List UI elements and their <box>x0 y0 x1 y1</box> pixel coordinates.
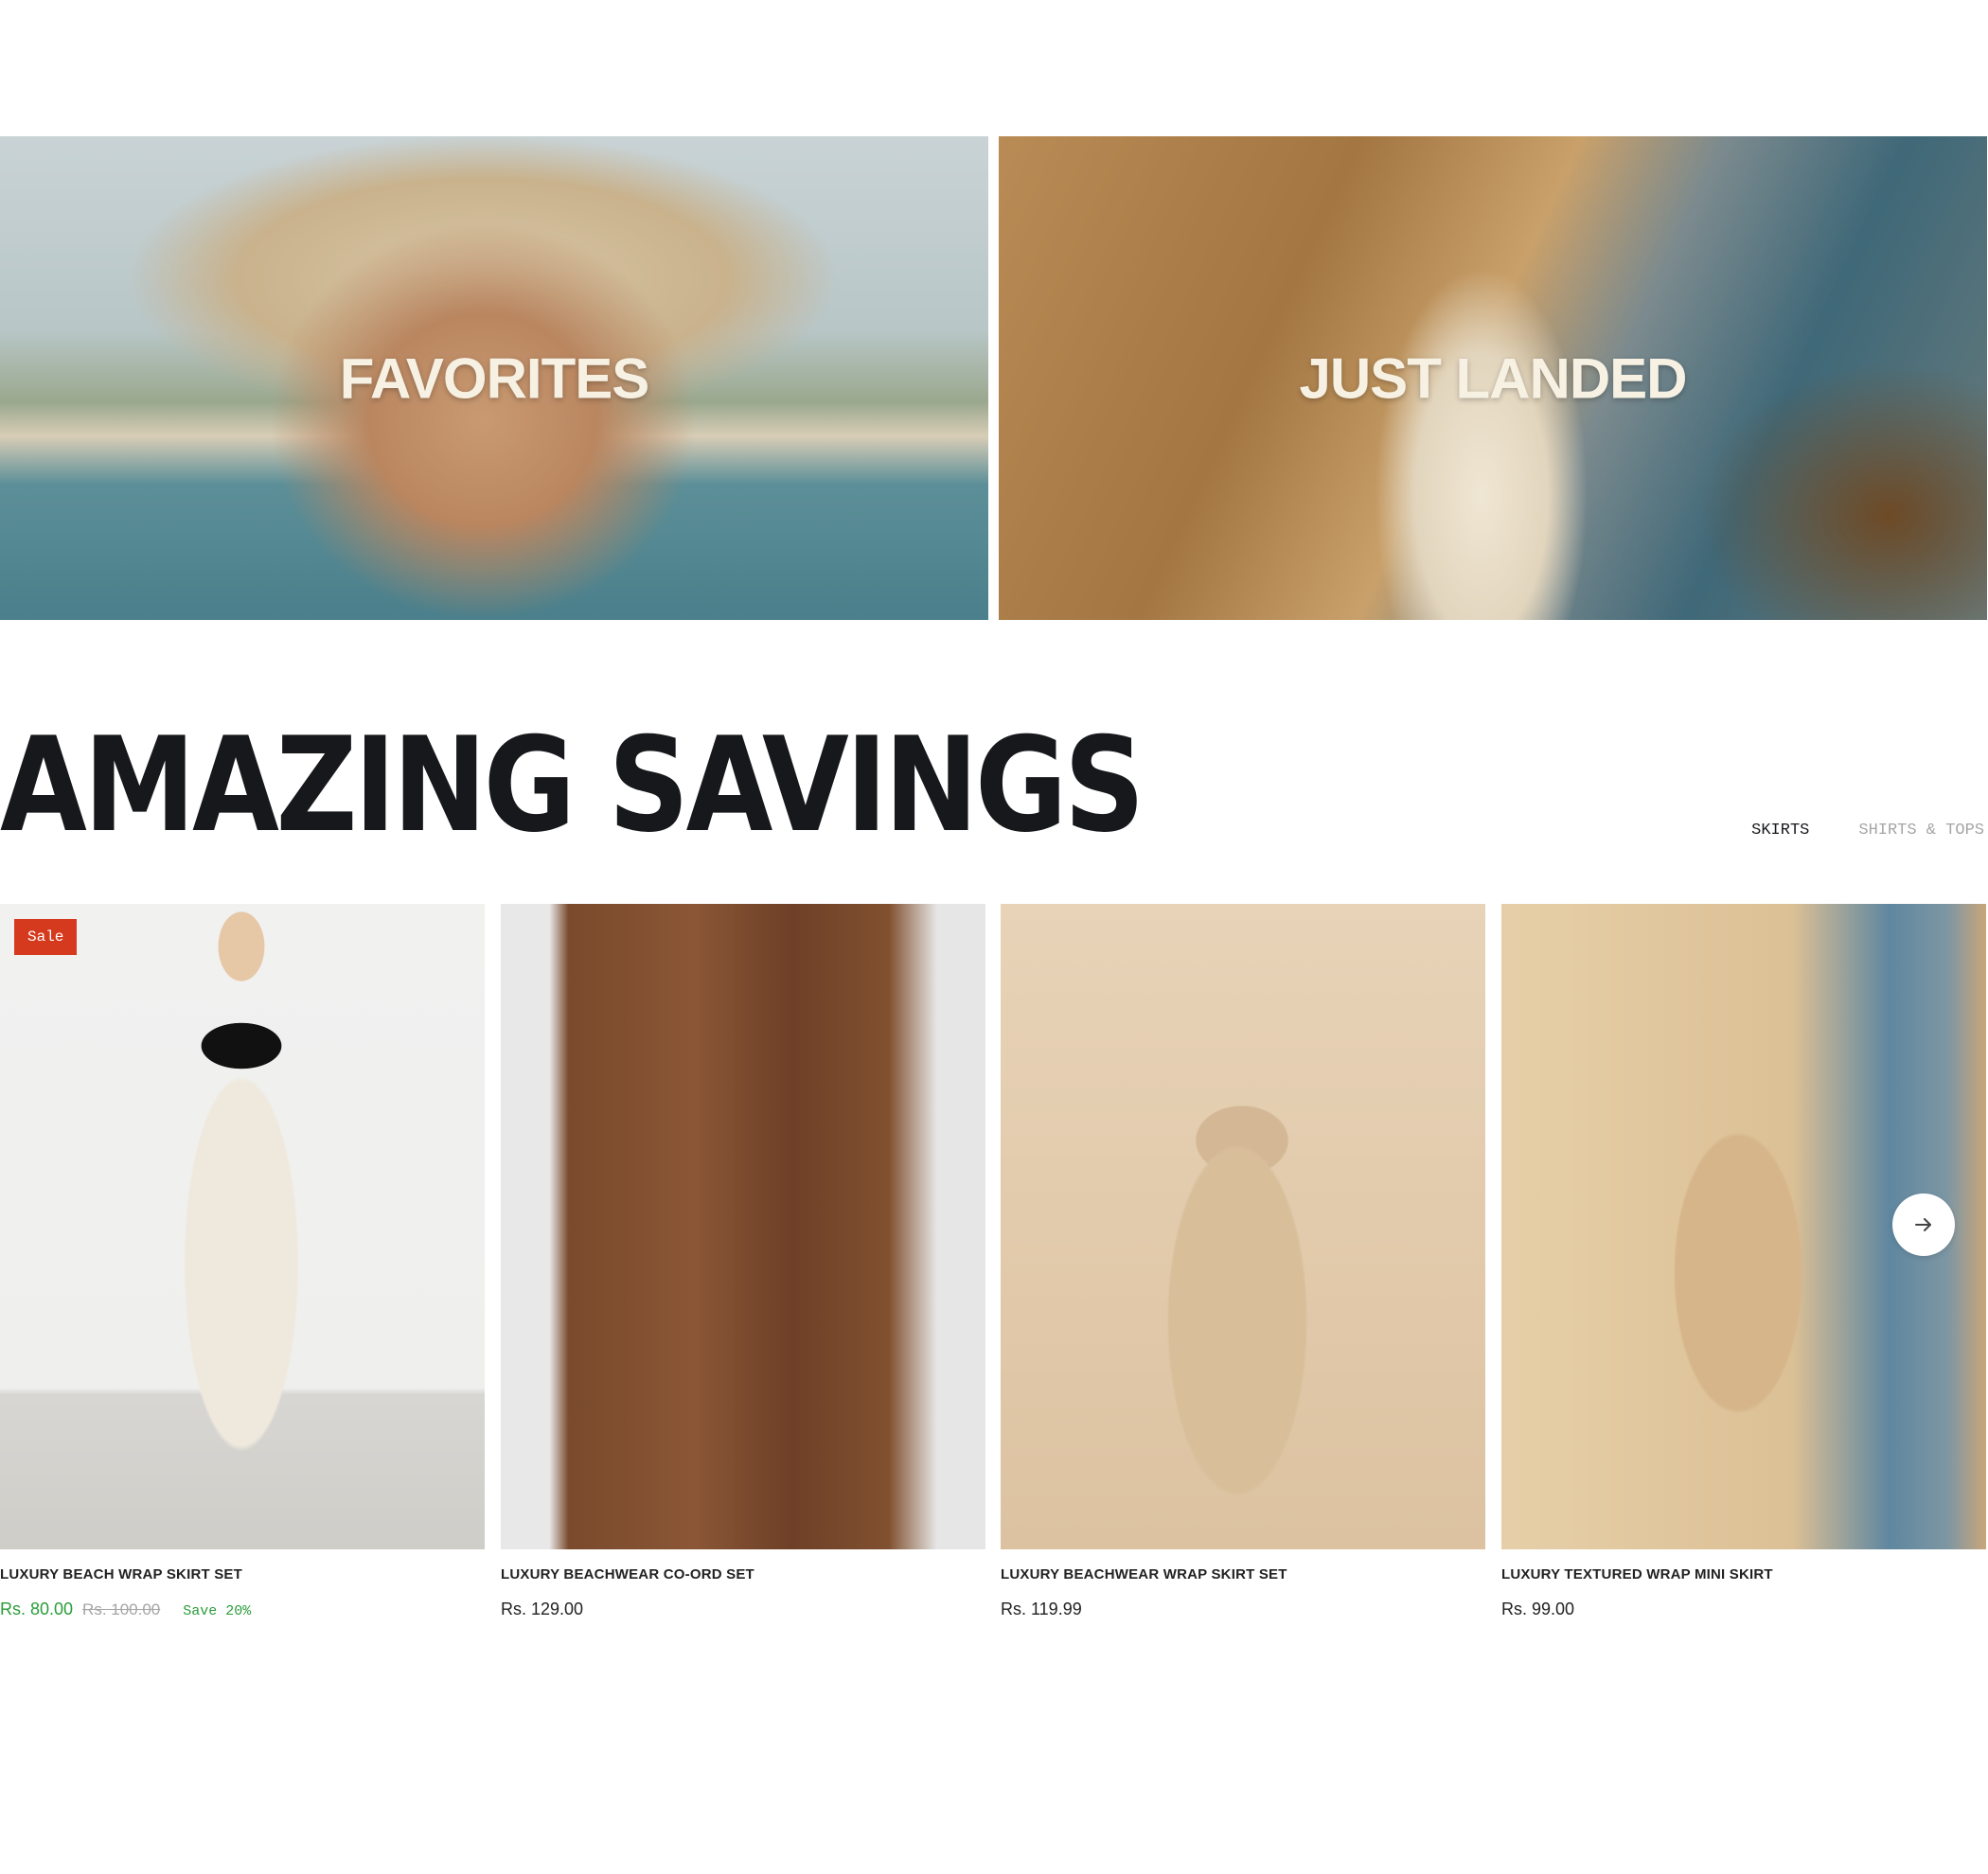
product-image[interactable]: Sale <box>0 904 485 1549</box>
product-image[interactable] <box>1001 904 1485 1549</box>
product-save-label: Save 20% <box>183 1603 252 1619</box>
section-title: AMAZING SAVINGS <box>0 709 1145 861</box>
carousel-next-button[interactable] <box>1892 1193 1955 1256</box>
banner-favorites[interactable]: FAVORITES <box>0 136 988 620</box>
tab-skirts[interactable]: SKIRTS <box>1751 822 1809 840</box>
product-compare-price: Rs. 100.00 <box>82 1600 161 1618</box>
product-price: Rs. 80.00 <box>0 1600 74 1618</box>
banner-just-landed-title: JUST LANDED <box>1299 346 1687 410</box>
product-card[interactable]: Sale LUXURY BEACH WRAP SKIRT SET Rs. 80.… <box>0 904 485 1619</box>
product-price: Rs. 99.00 <box>1501 1600 1575 1618</box>
product-title[interactable]: LUXURY BEACH WRAP SKIRT SET <box>0 1566 485 1582</box>
product-title[interactable]: LUXURY BEACHWEAR WRAP SKIRT SET <box>1001 1566 1485 1582</box>
collection-tabs: SKIRTS SHIRTS & TOPS <box>1751 822 1984 840</box>
product-price: Rs. 129.00 <box>501 1600 584 1618</box>
sale-badge: Sale <box>14 919 78 955</box>
price-row: Rs. 129.00 <box>501 1600 985 1619</box>
price-row: Rs. 80.00 Rs. 100.00 Save 20% <box>0 1600 485 1619</box>
product-image[interactable] <box>501 904 985 1549</box>
product-card[interactable]: LUXURY BEACHWEAR WRAP SKIRT SET Rs. 119.… <box>1001 904 1485 1619</box>
arrow-right-icon <box>1915 1218 1931 1231</box>
price-row: Rs. 99.00 <box>1501 1600 1986 1619</box>
product-card[interactable]: LUXURY TEXTURED WRAP MINI SKIRT Rs. 99.0… <box>1501 904 1986 1619</box>
product-title[interactable]: LUXURY TEXTURED WRAP MINI SKIRT <box>1501 1566 1986 1582</box>
tab-shirts-tops[interactable]: SHIRTS & TOPS <box>1858 822 1984 840</box>
product-title[interactable]: LUXURY BEACHWEAR CO-ORD SET <box>501 1566 985 1582</box>
product-price: Rs. 119.99 <box>1001 1600 1082 1618</box>
product-card[interactable]: LUXURY BEACHWEAR CO-ORD SET Rs. 129.00 <box>501 904 985 1619</box>
banner-just-landed[interactable]: JUST LANDED <box>999 136 1987 620</box>
banner-favorites-title: FAVORITES <box>339 346 650 410</box>
price-row: Rs. 119.99 <box>1001 1600 1485 1619</box>
